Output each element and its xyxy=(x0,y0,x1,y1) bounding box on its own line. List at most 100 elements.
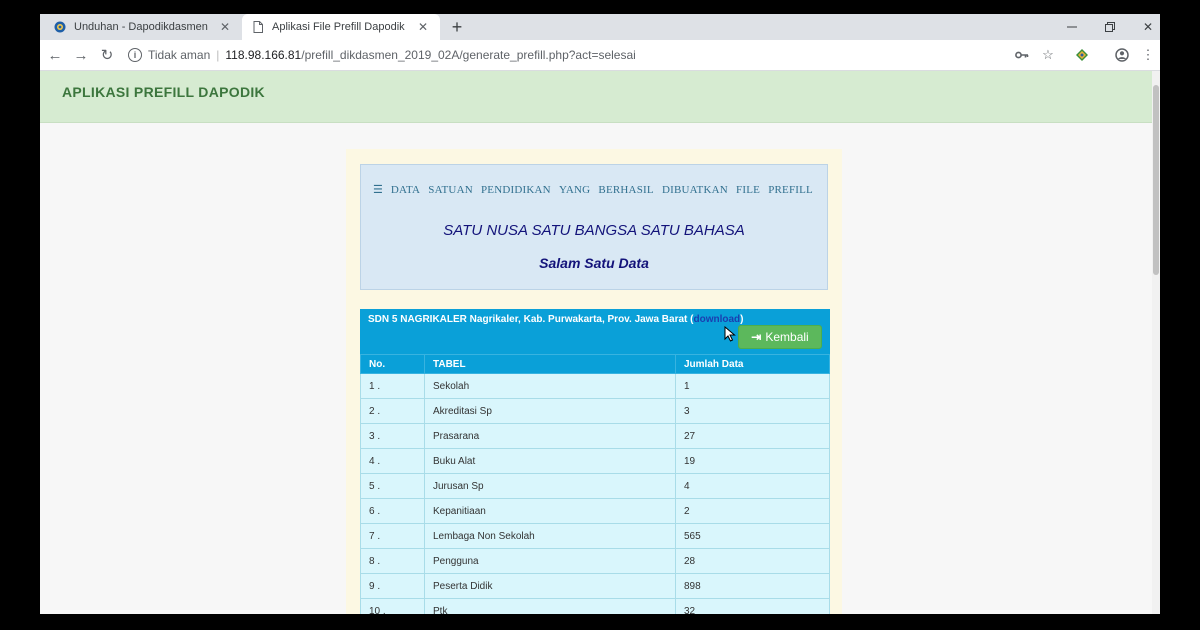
star-icon[interactable]: ☆ xyxy=(1040,47,1056,63)
cell-jumlah: 19 xyxy=(675,448,830,474)
heading-text: DATA SATUAN PENDIDIKAN YANG BERHASIL DIB… xyxy=(391,184,813,196)
table-row: 8 . Pengguna 28 xyxy=(360,548,830,574)
info-box: ☰ DATA SATUAN PENDIDIKAN YANG BERHASIL D… xyxy=(360,164,828,290)
forward-arrow-icon[interactable]: → xyxy=(72,46,90,64)
page-icon xyxy=(252,21,264,33)
address-bar[interactable]: i Tidak aman | 118.98.166.81/prefill_dik… xyxy=(128,43,1028,67)
tab-aplikasi-prefill[interactable]: Aplikasi File Prefill Dapodik ✕ xyxy=(242,14,440,40)
cell-jumlah: 1 xyxy=(675,373,830,399)
divider: | xyxy=(216,48,220,62)
table-row: 7 . Lembaga Non Sekolah 565 xyxy=(360,523,830,549)
table-row: 1 . Sekolah 1 xyxy=(360,373,830,399)
url-host: 118.98.166.81 xyxy=(225,48,302,62)
back-button[interactable]: ⇥ Kembali xyxy=(738,325,822,349)
app-header: APLIKASI PREFILL DAPODIK xyxy=(40,71,1152,123)
site-emblem-icon xyxy=(54,21,66,33)
app-title: APLIKASI PREFILL DAPODIK xyxy=(62,84,265,100)
cell-no: 2 . xyxy=(360,398,425,424)
cell-no: 6 . xyxy=(360,498,425,524)
col-header-tabel: TABEL xyxy=(424,354,676,374)
browser-toolbar: ← → ↻ i Tidak aman | 118.98.166.81/prefi… xyxy=(40,40,1160,71)
sign-out-icon: ⇥ xyxy=(751,330,762,344)
browser-window: Unduhan - Dapodikdasmen ✕ Aplikasi File … xyxy=(40,14,1160,614)
heading-word: SATUAN xyxy=(428,183,473,196)
cell-no: 9 . xyxy=(360,573,425,599)
back-label: Kembali xyxy=(765,330,809,344)
col-header-jumlah: Jumlah Data xyxy=(675,354,830,374)
table-row: 2 . Akreditasi Sp 3 xyxy=(360,398,830,424)
cell-tabel: Peserta Didik xyxy=(424,573,676,599)
heading-word: BERHASIL xyxy=(598,183,654,196)
menu-dots-icon[interactable]: ⋮ xyxy=(1140,47,1156,63)
tab-strip: Unduhan - Dapodikdasmen ✕ Aplikasi File … xyxy=(40,14,1160,40)
cell-no: 7 . xyxy=(360,523,425,549)
tab-unduhan[interactable]: Unduhan - Dapodikdasmen ✕ xyxy=(44,14,242,40)
restore-icon[interactable] xyxy=(1090,14,1130,40)
motto-text: SATU NUSA SATU BANGSA SATU BAHASA xyxy=(443,222,745,239)
cell-no: 10 . xyxy=(360,598,425,614)
profile-icon[interactable] xyxy=(1114,47,1130,63)
school-name: SDN 5 NAGRIKALER Nagrikaler, Kab. Purwak… xyxy=(368,314,694,325)
close-paren: ) xyxy=(740,314,744,325)
greeting-text: Salam Satu Data xyxy=(539,255,649,271)
cell-tabel: Sekolah xyxy=(424,373,676,399)
cell-jumlah: 2 xyxy=(675,498,830,524)
url-path: /prefill_dikdasmen_2019_02A/generate_pre… xyxy=(301,48,636,62)
heading-word: PENDIDIKAN xyxy=(480,183,551,196)
cell-tabel: Prasarana xyxy=(424,423,676,449)
cell-no: 5 . xyxy=(360,473,425,499)
reload-icon[interactable]: ↻ xyxy=(98,46,116,64)
mouse-cursor-icon xyxy=(724,326,736,342)
cell-tabel: Lembaga Non Sekolah xyxy=(424,523,676,549)
table-row: 5 . Jurusan Sp 4 xyxy=(360,473,830,499)
table-row: 4 . Buku Alat 19 xyxy=(360,448,830,474)
cell-jumlah: 898 xyxy=(675,573,830,599)
back-arrow-icon[interactable]: ← xyxy=(46,46,64,64)
scrollbar-thumb[interactable] xyxy=(1153,85,1159,275)
cell-jumlah: 32 xyxy=(675,598,830,614)
cell-no: 3 . xyxy=(360,423,425,449)
key-icon[interactable] xyxy=(1014,47,1030,63)
table-header-row: No. TABEL Jumlah Data xyxy=(360,354,830,374)
close-icon[interactable]: ✕ xyxy=(218,20,232,34)
info-icon[interactable]: i xyxy=(128,48,142,62)
list-icon: ☰ xyxy=(373,184,383,196)
table-row: 10 . Ptk 32 xyxy=(360,598,830,614)
tab-title: Unduhan - Dapodikdasmen xyxy=(74,21,208,33)
cell-tabel: Kepanitiaan xyxy=(424,498,676,524)
cell-jumlah: 4 xyxy=(675,473,830,499)
new-tab-button[interactable]: + xyxy=(446,16,468,38)
extension-icon[interactable] xyxy=(1074,47,1090,63)
heading-word: PREFILL xyxy=(768,183,813,196)
school-info: SDN 5 NAGRIKALER Nagrikaler, Kab. Purwak… xyxy=(368,314,744,325)
col-header-no: No. xyxy=(360,354,425,374)
cell-no: 4 . xyxy=(360,448,425,474)
cell-jumlah: 565 xyxy=(675,523,830,549)
cell-no: 8 . xyxy=(360,548,425,574)
content-panel: ☰ DATA SATUAN PENDIDIKAN YANG BERHASIL D… xyxy=(346,149,842,614)
page-scrollbar[interactable] xyxy=(1152,71,1160,614)
cell-tabel: Ptk xyxy=(424,598,676,614)
download-link[interactable]: download xyxy=(693,314,740,325)
minimize-icon[interactable] xyxy=(1052,14,1092,40)
table-row: 6 . Kepanitiaan 2 xyxy=(360,498,830,524)
close-icon[interactable]: ✕ xyxy=(416,20,430,34)
table-row: 3 . Prasarana 27 xyxy=(360,423,830,449)
page-content: APLIKASI PREFILL DAPODIK ☰ DATA SATUAN P… xyxy=(40,71,1152,614)
cell-tabel: Jurusan Sp xyxy=(424,473,676,499)
cell-tabel: Pengguna xyxy=(424,548,676,574)
cell-jumlah: 27 xyxy=(675,423,830,449)
cell-no: 1 . xyxy=(360,373,425,399)
tab-title: Aplikasi File Prefill Dapodik xyxy=(272,21,405,33)
school-bar: SDN 5 NAGRIKALER Nagrikaler, Kab. Purwak… xyxy=(360,309,830,354)
heading-word: YANG xyxy=(558,183,591,196)
cell-tabel: Akreditasi Sp xyxy=(424,398,676,424)
security-label: Tidak aman xyxy=(148,48,211,62)
table-row: 9 . Peserta Didik 898 xyxy=(360,573,830,599)
info-heading: ☰ DATA SATUAN PENDIDIKAN YANG BERHASIL D… xyxy=(373,183,813,197)
cell-jumlah: 3 xyxy=(675,398,830,424)
data-table: No. TABEL Jumlah Data 1 . Sekolah 1 2 . … xyxy=(360,354,830,614)
cell-tabel: Buku Alat xyxy=(424,448,676,474)
close-window-icon[interactable]: ✕ xyxy=(1128,14,1160,40)
heading-word: FILE xyxy=(736,183,761,196)
